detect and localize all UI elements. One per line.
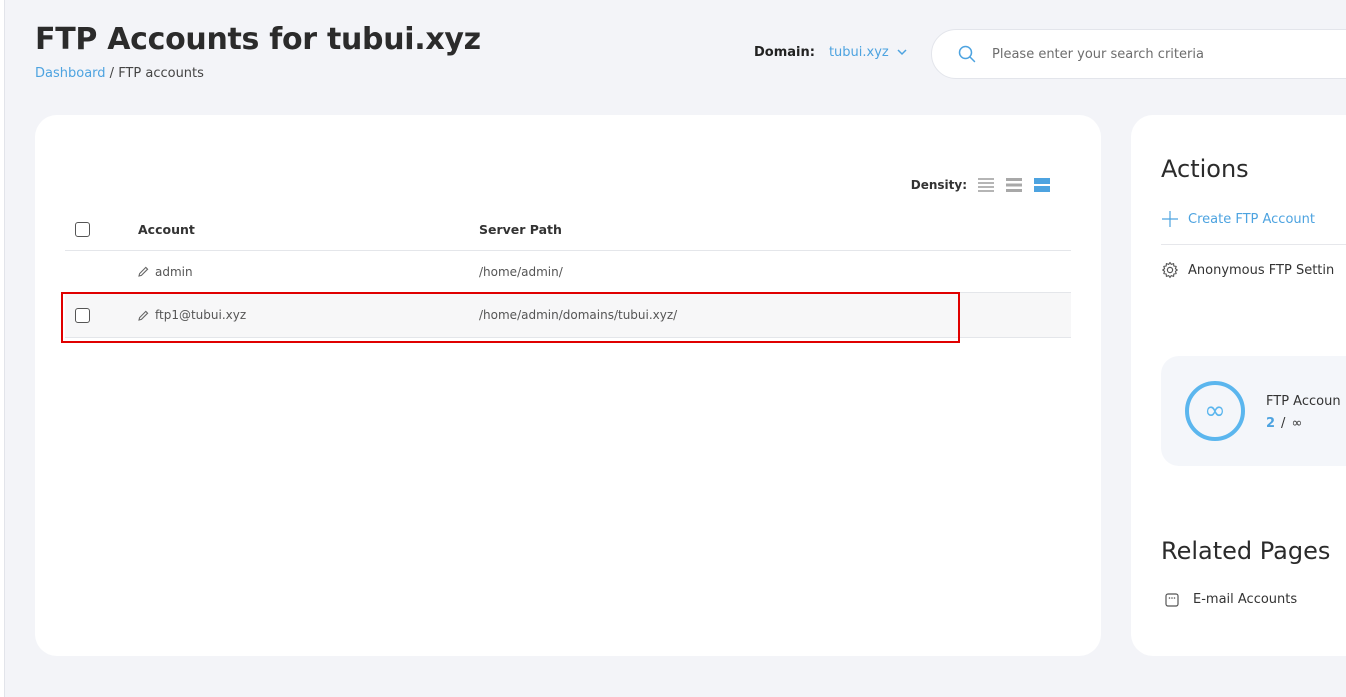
density-comfortable-icon[interactable]: [1033, 176, 1051, 194]
stat-value: 2 / ∞: [1266, 416, 1302, 431]
edit-pencil-icon[interactable]: [138, 266, 149, 277]
account-name[interactable]: admin: [155, 265, 193, 279]
create-ftp-account-button[interactable]: Create FTP Account: [1161, 210, 1315, 228]
search-bar[interactable]: [931, 29, 1346, 79]
create-ftp-account-label: Create FTP Account: [1188, 211, 1315, 227]
stat-max: ∞: [1291, 416, 1303, 431]
row-checkbox[interactable]: [75, 307, 90, 323]
server-path: /home/admin/: [479, 264, 563, 279]
ftp-accounts-table: Account Server Path admin /home/admin/ f…: [65, 209, 1071, 338]
actions-panel: Actions Create FTP Account Anonymous FTP…: [1131, 115, 1346, 656]
related-email-accounts-link[interactable]: E-mail Accounts: [1165, 592, 1297, 607]
table-row: ftp1@tubui.xyz /home/admin/domains/tubui…: [65, 293, 1071, 338]
density-compact-icon[interactable]: [977, 176, 995, 194]
column-header-account[interactable]: Account: [138, 209, 195, 250]
stat-label: FTP Accoun: [1266, 394, 1341, 409]
stat-used: 2: [1266, 416, 1276, 431]
density-control: Density:: [911, 176, 1051, 194]
ftp-usage-stat: ∞ FTP Accoun 2 / ∞: [1161, 356, 1346, 466]
related-pages-title: Related Pages: [1161, 537, 1331, 565]
divider: [1161, 244, 1346, 245]
gear-icon: [1161, 261, 1179, 279]
search-input[interactable]: [992, 46, 1346, 62]
related-email-accounts-label: E-mail Accounts: [1193, 592, 1298, 607]
density-label: Density:: [910, 178, 967, 192]
table-header-row: Account Server Path: [65, 209, 1071, 251]
density-normal-icon[interactable]: [1005, 176, 1023, 194]
search-icon[interactable]: [958, 45, 976, 63]
select-all-checkbox[interactable]: [75, 222, 90, 237]
table-row: admin /home/admin/: [65, 251, 1071, 293]
window-edge: [0, 0, 5, 697]
breadcrumb-separator: /: [105, 66, 119, 81]
account-name[interactable]: ftp1@tubui.xyz: [155, 308, 246, 322]
column-header-server-path[interactable]: Server Path: [479, 209, 562, 250]
server-path: /home/admin/domains/tubui.xyz/: [479, 308, 678, 322]
breadcrumb-dashboard-link[interactable]: Dashboard: [35, 66, 106, 81]
actions-title: Actions: [1161, 155, 1249, 183]
edit-pencil-icon[interactable]: [138, 310, 149, 321]
breadcrumb-current: FTP accounts: [118, 66, 204, 81]
breadcrumb: Dashboard / FTP accounts: [35, 66, 204, 81]
anonymous-ftp-settings-label: Anonymous FTP Settin: [1188, 262, 1335, 278]
page-title: FTP Accounts for tubui.xyz: [35, 22, 481, 57]
anonymous-ftp-settings-button[interactable]: Anonymous FTP Settin: [1161, 261, 1334, 279]
stat-separator: /: [1281, 416, 1286, 431]
email-accounts-icon: [1165, 592, 1179, 607]
domain-label: Domain:: [754, 45, 815, 60]
infinity-icon: ∞: [1185, 381, 1245, 441]
plus-icon: [1161, 210, 1179, 228]
ftp-accounts-panel: Density: Account Server Path admin /home…: [35, 115, 1101, 656]
domain-value[interactable]: tubui.xyz: [829, 45, 889, 60]
domain-selector[interactable]: Domain: tubui.xyz: [754, 45, 907, 60]
chevron-down-icon[interactable]: [897, 49, 907, 56]
